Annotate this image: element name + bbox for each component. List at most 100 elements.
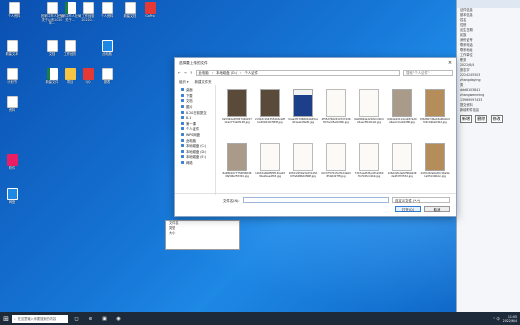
- close-icon[interactable]: ×: [444, 60, 456, 66]
- image-thumbnail: [359, 89, 379, 117]
- desktop-icon[interactable]: 工作经历: [58, 40, 82, 57]
- folder-icon: [181, 105, 184, 109]
- folder-icon: [181, 161, 184, 165]
- image-thumbnail: [425, 143, 445, 171]
- desktop-icon-label: 个人资料: [7, 14, 21, 18]
- search-input[interactable]: 搜索"个人证件": [403, 69, 453, 76]
- breadcrumb-item[interactable]: 此电脑: [199, 70, 209, 75]
- file-item[interactable]: 6ad8944e12022c22b4a5aec8540ce0.jpg: [354, 89, 384, 139]
- delete-button[interactable]: 删除: [475, 115, 488, 123]
- file-item[interactable]: 6dbde4d114ca287ad0a6acb3ca044f6f.jpg: [387, 89, 417, 139]
- taskbar-search[interactable]: ⌕ 在这里输入你要搜索的内容: [12, 314, 68, 323]
- tray-icons[interactable]: ^ 中: [493, 316, 500, 321]
- image-thumbnail: [326, 89, 346, 117]
- file-item[interactable]: 62c075701fc2f1dda6d8546d27f8.jpg: [321, 143, 351, 193]
- file-name: 20fdc2059a3e33145d67fe6986d4f96f.jpg: [288, 172, 318, 178]
- clock[interactable]: 11:05 2022/6/4: [503, 315, 517, 323]
- file-item[interactable]: 126dd2bde02f96a9d9de4fd7f255d.jpg: [387, 143, 417, 193]
- file-icon: [8, 2, 20, 14]
- filename-input[interactable]: [242, 197, 389, 203]
- folder-icon: [181, 133, 184, 137]
- file-item[interactable]: 6fb2807d6e43a9fe1b0f29cb9be0d0d.jpg: [420, 89, 450, 139]
- desktop-icon[interactable]: 个人资料: [95, 2, 119, 19]
- search-icon: ⌕: [14, 316, 16, 321]
- up-arrow-icon[interactable]: ↑: [190, 71, 193, 75]
- nav-item-label: 第一课: [186, 121, 196, 126]
- desktop-icon[interactable]: 个人资料: [2, 2, 26, 19]
- file-name: 4f55d76624107274468d7ac05a9c80b.jpg: [321, 118, 351, 124]
- breadcrumb-item[interactable]: 个人证件: [244, 70, 258, 75]
- browser-tabbar[interactable]: [457, 0, 520, 8]
- dialog-body: 桌面 下载 文档 图片 8.20日前提交 8.1 第一课 个人证件 WPS网盘 此电脑 本地磁盘 (…: [175, 85, 456, 195]
- desktop-icon-label: 资料: [8, 108, 16, 112]
- open-button[interactable]: 打开(O): [395, 206, 421, 212]
- file-name: 7347ae4fd5ad31a5607b7b95cc6b9.jpg: [354, 172, 384, 178]
- nav-item-label: 此电脑: [186, 138, 196, 143]
- dialog-titlebar[interactable]: 选择要上传的文件 ×: [175, 58, 456, 68]
- file-icon: [64, 2, 76, 14]
- image-thumbnail: [227, 143, 247, 171]
- file-item[interactable]: 20fdc2059a3e33145d67fe6986d4f96f.jpg: [288, 143, 318, 193]
- file-icon: [82, 2, 94, 14]
- file-name: 6dbde4d114ca287ad0a6acb3ca044f6f.jpg: [387, 118, 417, 124]
- nav-item[interactable]: 网络: [175, 160, 215, 166]
- file-item[interactable]: 3ceadf179686b1645ce4d1eabd9ef0.jpg: [288, 89, 318, 139]
- organize-button[interactable]: 组织 ▾: [179, 79, 189, 84]
- new-folder-button[interactable]: 新建文件夹: [195, 79, 212, 84]
- image-thumbnail: [260, 89, 280, 117]
- breadcrumb-item[interactable]: 本地磁盘 (D:): [216, 70, 237, 75]
- desktop-icon[interactable]: 报表: [95, 68, 119, 85]
- desktop-icon[interactable]: 资料: [0, 96, 24, 113]
- file-item[interactable]: 2470c62a6ad0c16a9a1e5fdc40bbc.jpg: [420, 143, 450, 193]
- file-icon: [101, 2, 113, 14]
- folder-icon: [181, 116, 184, 120]
- filetype-select[interactable]: 自定义文件 (*.*): [392, 197, 450, 203]
- file-item[interactable]: 11b67e6b85f6f13ba4930e2bee4f03.jpg: [255, 143, 285, 193]
- windows-start-icon[interactable]: ⊞: [0, 315, 12, 323]
- file-item[interactable]: 7347ae4fd5ad31a5607b7b95cc6b9.jpg: [354, 143, 384, 193]
- back-arrow-icon[interactable]: ←: [178, 71, 181, 75]
- filename-label: 文件名(N):: [223, 198, 240, 203]
- desktop-icon-label: 网盘: [8, 200, 16, 204]
- task-view-icon[interactable]: ◻: [71, 313, 82, 324]
- file-item[interactable]: 4f55d76624107274468d7ac05a9c80b.jpg: [321, 89, 351, 139]
- nav-item-label: 8.20日前提交: [186, 110, 207, 115]
- file-icon: [6, 68, 18, 80]
- file-icon: [82, 68, 94, 80]
- file-icon: [6, 154, 18, 166]
- image-thumbnail: [227, 89, 247, 117]
- folder-icon: [181, 110, 184, 114]
- desktop-icon[interactable]: 网盘: [0, 188, 24, 205]
- edit-button[interactable]: 修改: [490, 115, 503, 123]
- desktop-icon-label: 报表: [103, 80, 111, 84]
- file-item[interactable]: 2c9b3c10435540bce8fba3026d0cf9f4f.jpg: [255, 89, 285, 139]
- taskbar-search-placeholder: 在这里输入你要搜索的内容: [17, 317, 57, 321]
- cancel-button[interactable]: 取消: [424, 206, 450, 212]
- file-item[interactable]: 0a5364a3f9f2742620712e277da0f148.jpg: [222, 89, 252, 139]
- nav-item-label: WPS网盘: [186, 133, 200, 138]
- desktop-icon[interactable]: 计划书: [0, 68, 24, 85]
- nav-item-label: 8.1: [186, 115, 192, 120]
- desktop-icon[interactable]: 此电脑: [95, 40, 119, 57]
- folder-icon: [181, 88, 184, 92]
- nav-item-label: 本地磁盘 (D:): [186, 149, 207, 154]
- file-name: 2470c62a6ad0c16a9a1e5fdc40bbc.jpg: [420, 172, 450, 178]
- file-name: 6fb2807d6e43a9fe1b0f29cb9be0d0d.jpg: [420, 118, 450, 124]
- desktop-icon[interactable]: 软件: [0, 154, 24, 171]
- add-button[interactable]: 新增: [460, 115, 472, 123]
- desktop-icon[interactable]: GoPro: [138, 2, 162, 19]
- file-name: 62c075701fc2f1dda6d8546d27f8.jpg: [321, 172, 351, 178]
- dialog-button-row: 打开(O) 取消: [395, 206, 450, 212]
- browser-app-icon[interactable]: e: [85, 313, 96, 324]
- forward-arrow-icon[interactable]: →: [184, 71, 187, 75]
- dialog-footer: 文件名(N): 自定义文件 (*.*) 打开(O) 取消: [175, 193, 456, 216]
- file-icon: [46, 68, 58, 80]
- file-item[interactable]: 8e98b0277756f98d46dfa59b255391.jpg: [222, 143, 252, 193]
- desktop-icon[interactable]: 新建文本: [0, 40, 24, 57]
- address-bar[interactable]: 此电脑 › 本地磁盘 (D:) › 个人证件: [195, 69, 400, 76]
- app-icon[interactable]: ◉: [113, 313, 124, 324]
- file-name: 8e98b0277756f98d46dfa59b255391.jpg: [222, 172, 252, 178]
- file-explorer-icon[interactable]: ▣: [99, 313, 110, 324]
- chevron-right-icon: ›: [211, 70, 214, 75]
- system-tray: ^ 中 11:05 2022/6/4: [493, 315, 520, 323]
